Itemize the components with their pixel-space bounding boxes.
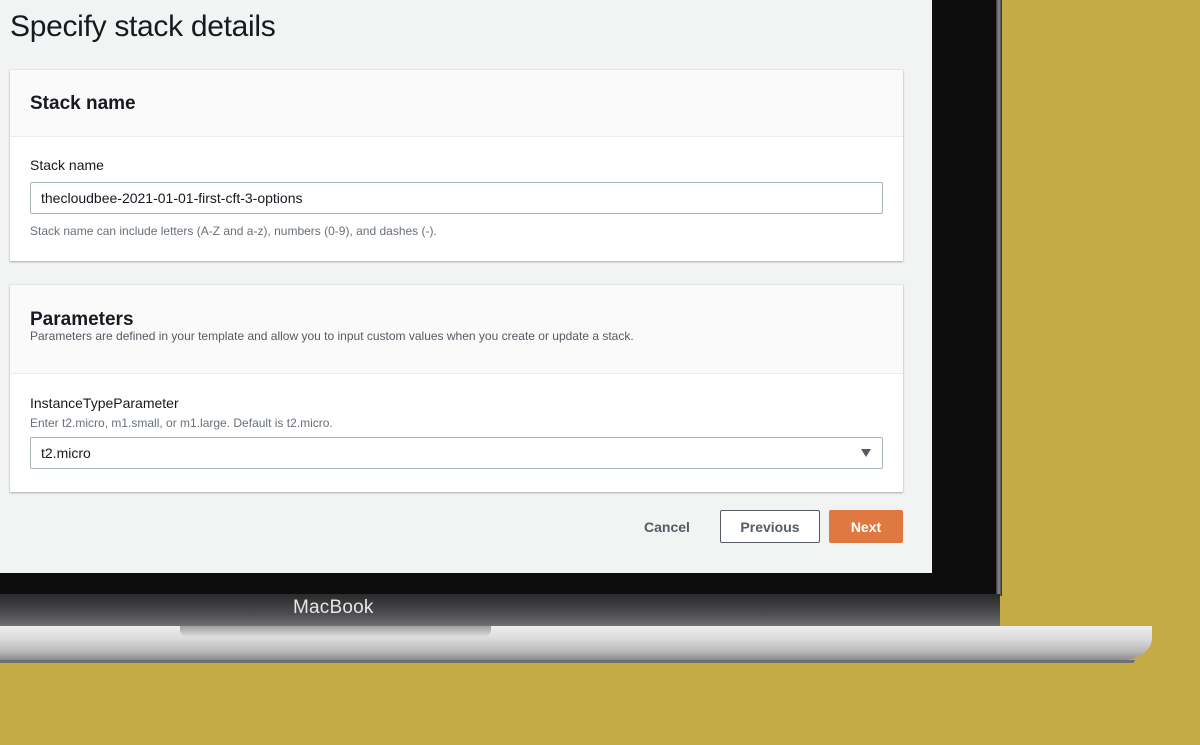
cancel-button[interactable]: Cancel [636,510,698,543]
previous-button[interactable]: Previous [720,510,820,543]
device-brand-label: MacBook [293,597,374,618]
stack-name-label: Stack name [30,157,104,173]
browser-screen: Specify stack details Stack name Stack n… [0,0,932,573]
instance-type-label: InstanceTypeParameter [30,395,179,411]
caret-down-icon [861,449,871,457]
parameters-panel: Parameters Parameters are defined in you… [10,285,903,492]
next-button[interactable]: Next [829,510,903,543]
laptop-base-shadow [0,660,1135,663]
instance-type-select[interactable]: t2.micro [30,437,883,469]
stack-name-panel-header: Stack name [10,70,903,137]
parameters-panel-title: Parameters [30,309,134,330]
laptop-base [0,626,1152,660]
stack-name-input[interactable] [30,182,883,214]
stack-name-panel: Stack name Stack name Stack name can inc… [10,70,903,261]
laptop-lid-edge [996,0,1002,596]
parameters-panel-header: Parameters Parameters are defined in you… [10,285,903,374]
stack-name-panel-title: Stack name [30,93,136,114]
stack-name-hint: Stack name can include letters (A-Z and … [30,224,437,238]
instance-type-selected-value: t2.micro [41,445,91,461]
parameters-panel-description: Parameters are defined in your template … [30,329,634,343]
instance-type-description: Enter t2.micro, m1.small, or m1.large. D… [30,416,333,430]
page-title: Specify stack details [10,10,276,43]
laptop-hinge [0,594,1000,627]
laptop-opening-notch [180,626,491,636]
laptop-lid: Specify stack details Stack name Stack n… [0,0,1000,596]
